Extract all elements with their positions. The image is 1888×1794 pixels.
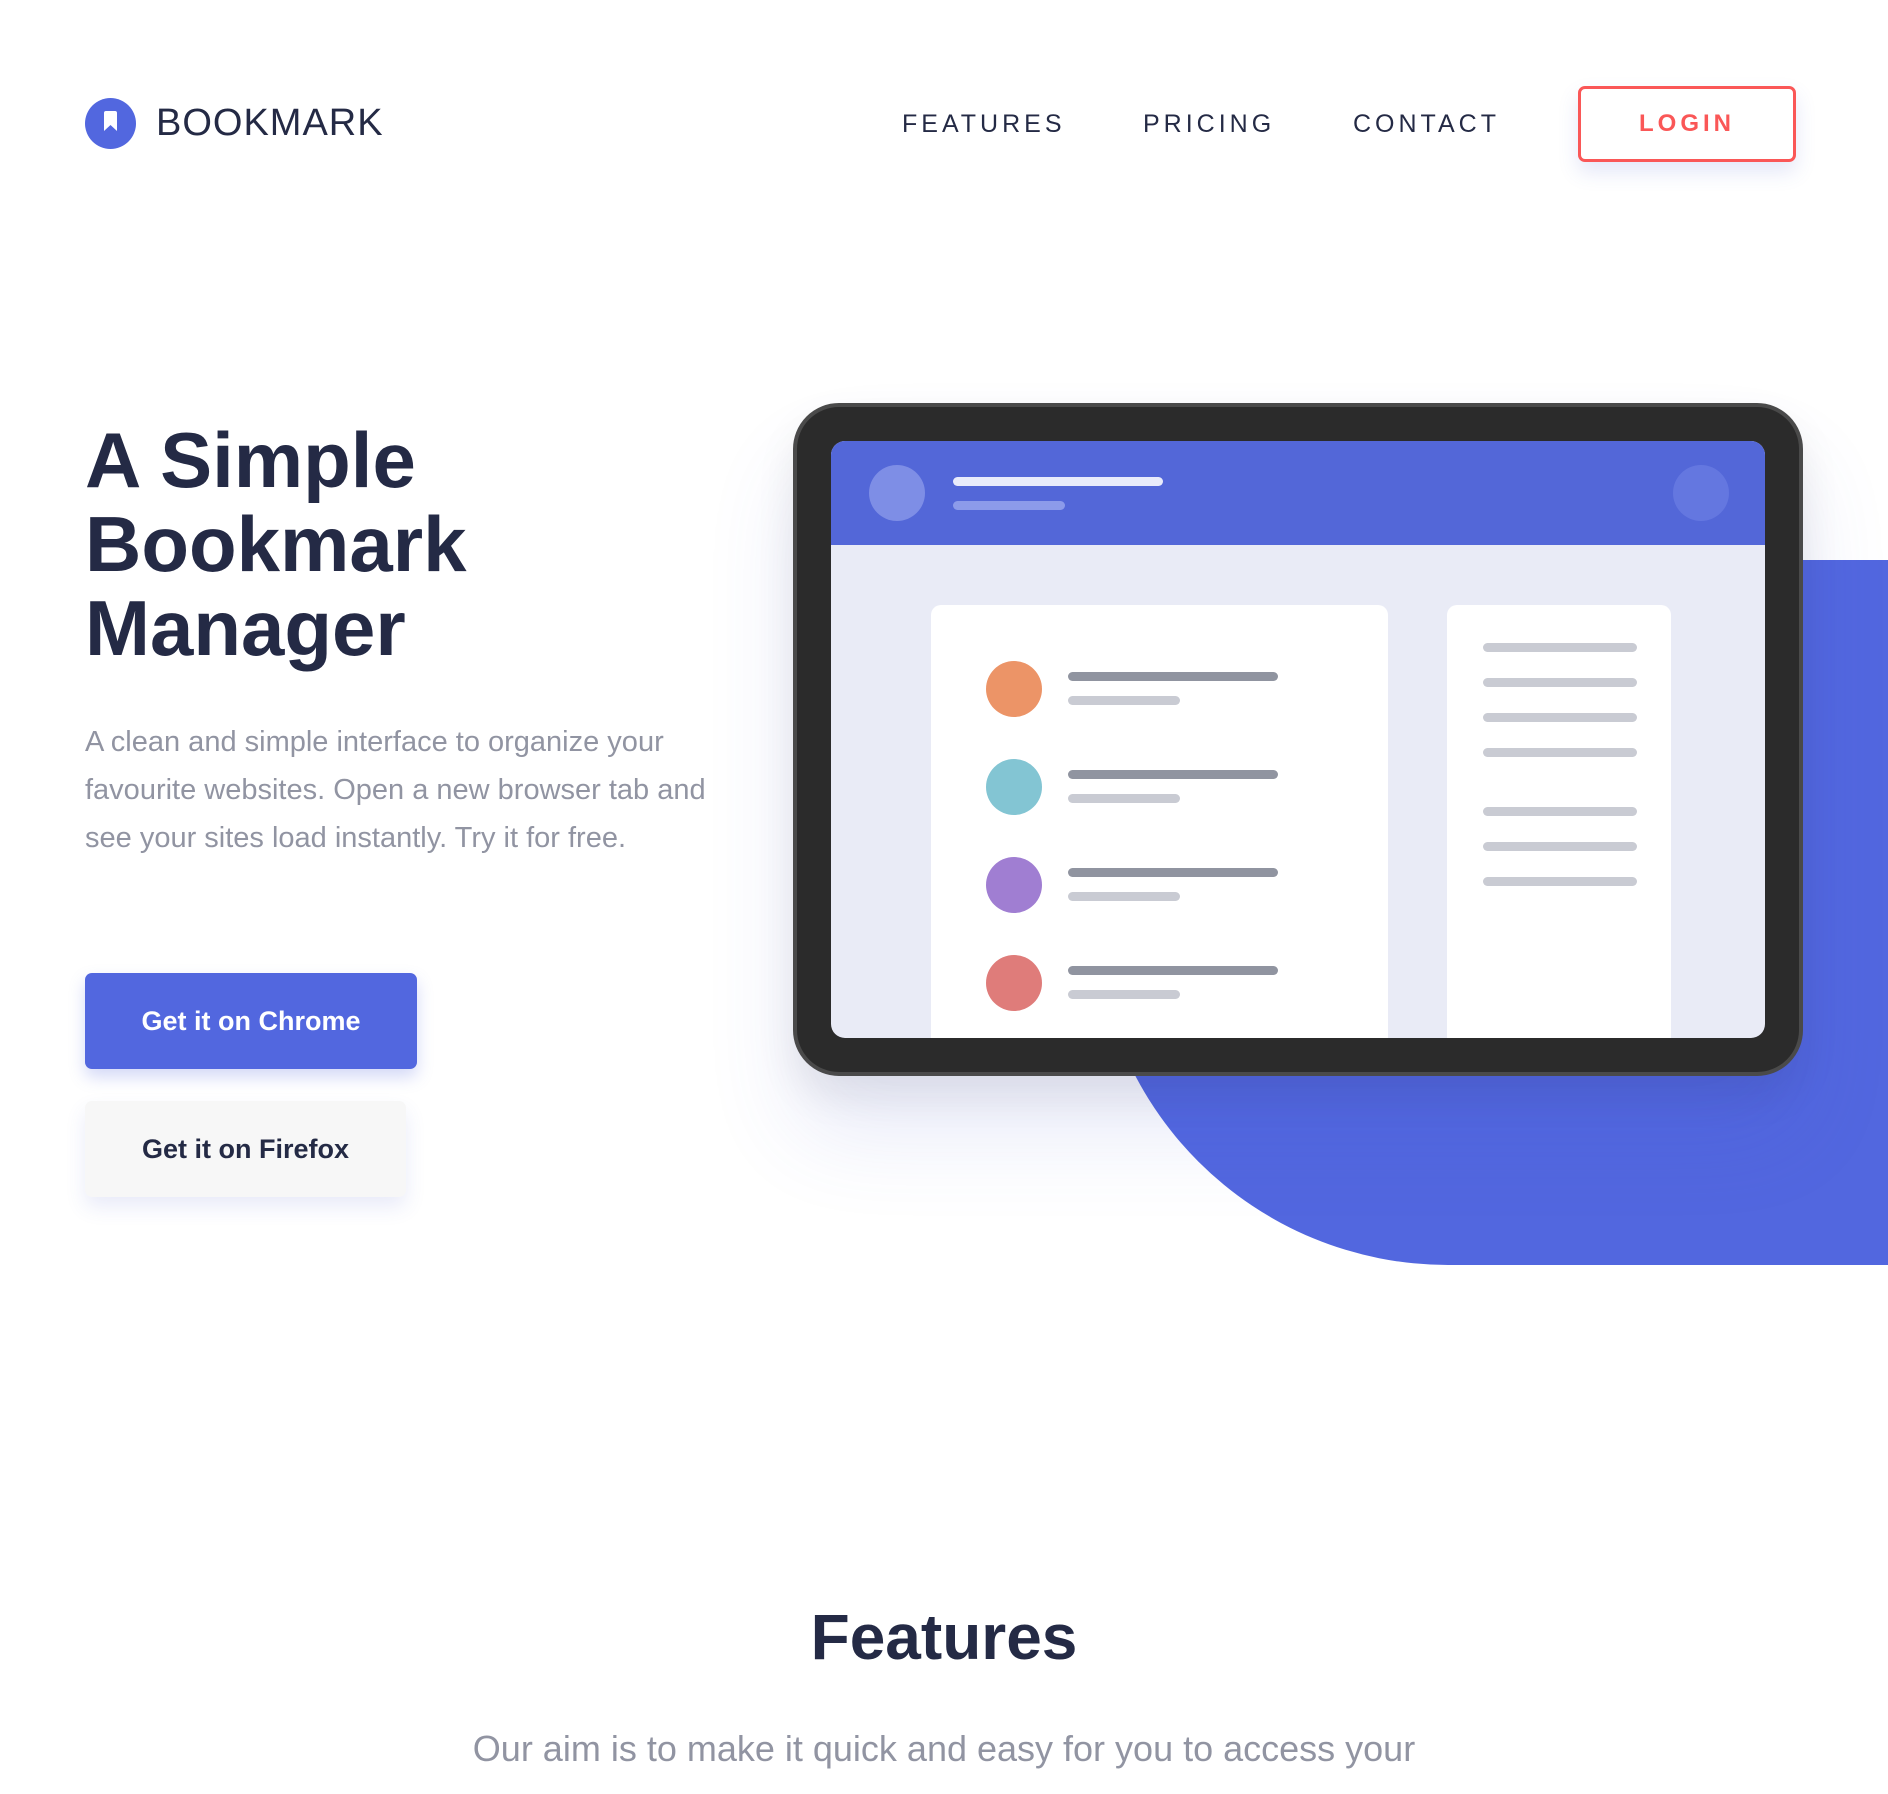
tablet-illustration (793, 403, 1803, 1076)
nav-features[interactable]: FEATURES (902, 110, 1066, 139)
sidebar-line (1483, 877, 1637, 886)
logo-text: BOOKMARK (156, 102, 384, 144)
bookmark-line (1068, 892, 1180, 901)
bookmark-line (1068, 794, 1180, 803)
get-firefox-button[interactable]: Get it on Firefox (85, 1101, 406, 1197)
bookmark-circle (986, 661, 1042, 717)
hero-title: A Simple Bookmark Manager (85, 416, 467, 672)
bookmark-circle (986, 857, 1042, 913)
bookmark-list-card (931, 605, 1388, 1038)
nav-contact[interactable]: CONTACT (1353, 110, 1500, 139)
sidebar-line (1483, 678, 1637, 687)
sidebar-line (1483, 643, 1637, 652)
avatar-placeholder (869, 465, 925, 521)
bookmark-line (1068, 966, 1278, 975)
title-placeholder (953, 477, 1163, 486)
bookmark-line (1068, 696, 1180, 705)
logo[interactable]: BOOKMARK (85, 98, 384, 149)
screen-header (831, 441, 1765, 545)
features-description: Our aim is to make it quick and easy for… (472, 1728, 1416, 1769)
sidebar-line (1483, 748, 1637, 757)
bookmark-line (1068, 770, 1278, 779)
bookmark-icon (85, 98, 136, 149)
hero-description: A clean and simple interface to organize… (85, 726, 706, 854)
login-button[interactable]: LOGIN (1578, 86, 1796, 162)
nav-pricing[interactable]: PRICING (1143, 110, 1275, 139)
bookmark-circle (986, 759, 1042, 815)
get-chrome-button[interactable]: Get it on Chrome (85, 973, 417, 1069)
sidebar-line (1483, 713, 1637, 722)
tablet-screen (831, 441, 1765, 1038)
bookmark-line (1068, 868, 1278, 877)
bookmark-line (1068, 990, 1180, 999)
sidebar-line (1483, 842, 1637, 851)
sidebar-line (1483, 807, 1637, 816)
subtitle-placeholder (953, 501, 1065, 510)
bookmark-line (1068, 672, 1278, 681)
sidebar-card (1447, 605, 1671, 1038)
features-heading: Features (810, 1601, 1078, 1673)
bookmark-circle (986, 955, 1042, 1011)
menu-placeholder (1673, 465, 1729, 521)
